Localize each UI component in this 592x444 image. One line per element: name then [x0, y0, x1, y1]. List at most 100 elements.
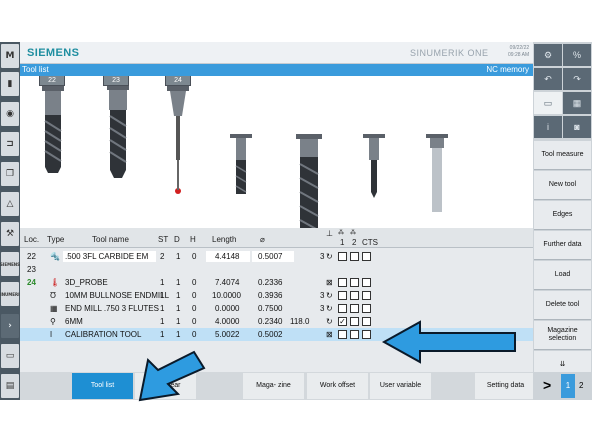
alarm-icon[interactable]: △ [1, 192, 19, 216]
user-variable-button[interactable]: User variable [370, 373, 431, 399]
program-icon[interactable]: ▮ [1, 72, 19, 96]
header-col2: 2 [352, 238, 357, 247]
row-tool-name: END MILL .750 3 FLUTES [65, 304, 159, 313]
checkbox[interactable] [362, 304, 371, 313]
table-row[interactable]: Ʊ 10MM BULLNOSE ENDMILL 1 1 0 10.0000 0.… [20, 289, 533, 302]
redo-icon[interactable]: ↷ [563, 68, 591, 90]
annotation-arrow-right [381, 320, 516, 364]
table-row[interactable]: 23 [20, 263, 533, 276]
checkbox[interactable] [362, 252, 371, 261]
checkbox[interactable] [338, 291, 347, 300]
load-button[interactable]: Load [534, 261, 591, 290]
next-page-icon[interactable]: > [543, 377, 551, 393]
table-row[interactable]: ▦ END MILL .750 3 FLUTES 1 1 0 0.0000 0.… [20, 302, 533, 315]
row-st: 2 [160, 252, 165, 261]
drill-illustration [363, 134, 385, 198]
calibration-type-icon: ǀ [50, 330, 53, 339]
expand-icon[interactable]: › [1, 314, 19, 338]
row-flutes: 3 [320, 291, 325, 300]
checkbox[interactable] [362, 278, 371, 287]
checked-checkbox[interactable]: ✓ [338, 317, 347, 326]
header-st[interactable]: ST [158, 235, 168, 244]
row-d: 1 [176, 304, 181, 313]
checkbox[interactable] [338, 304, 347, 313]
row-length: 10.0000 [212, 291, 241, 300]
bottom-softkey-bar: Tool list Tool wear Maga- zine Work offs… [20, 372, 536, 400]
parameter-icon[interactable]: ◉ [1, 102, 19, 126]
undo-icon[interactable]: ↶ [534, 68, 562, 90]
window-icon[interactable]: ▭ [1, 344, 19, 368]
checkbox[interactable] [338, 278, 347, 287]
program-manager-icon[interactable]: ⊐ [1, 132, 19, 156]
page-title: Tool list [22, 65, 49, 74]
magazine-selection-button[interactable]: Magazine selection [534, 321, 591, 350]
row-length: 0.0000 [215, 304, 240, 313]
checkbox[interactable] [350, 252, 359, 261]
further-data-button[interactable]: Further data [534, 231, 591, 260]
time-text: 09:28 AM [508, 52, 530, 58]
checkbox[interactable] [362, 317, 371, 326]
checkbox[interactable] [362, 330, 371, 339]
new-tool-button[interactable]: New tool [534, 171, 591, 200]
table-row[interactable]: 24 🌡 3D_PROBE 1 1 0 7.4074 0.2336 ⊠ [20, 276, 533, 289]
date-text: 09/22/22 [509, 45, 530, 51]
row-st: 1 [160, 304, 165, 313]
table-header: Loc. Type Tool name ST D H Length ⌀ ⊥ ⁂ … [20, 228, 533, 248]
checkbox[interactable] [362, 291, 371, 300]
page-1-tab[interactable]: 1 [561, 374, 575, 398]
checkbox[interactable] [350, 317, 359, 326]
header-cts: CTS [362, 238, 378, 247]
memory-label: NC memory [486, 65, 529, 74]
checkbox[interactable] [338, 252, 347, 261]
row-st: 1 [160, 330, 165, 339]
header-h[interactable]: H [190, 235, 196, 244]
window-icon[interactable]: ▭ [534, 92, 562, 114]
rotation-icon: ↻ [326, 317, 333, 326]
sinumerik-logo: SINUMERIK [0, 282, 23, 306]
rotation-icon: ↻ [326, 252, 333, 261]
checkbox[interactable] [350, 278, 359, 287]
checkbox[interactable] [338, 330, 347, 339]
tool-measure-button[interactable]: Tool measure [534, 141, 591, 170]
header-length[interactable]: Length [212, 235, 236, 244]
row-diameter: 0.5002 [258, 330, 283, 339]
bullnose-type-icon: Ʊ [50, 291, 56, 300]
end-mill-type-icon: 🔩 [50, 252, 60, 261]
title-bar: Tool list NC memory [20, 64, 533, 76]
checkbox[interactable] [350, 291, 359, 300]
probe-type-icon: 🌡 [50, 278, 61, 287]
camera-icon[interactable]: ◙ [563, 116, 591, 138]
edges-button[interactable]: Edges [534, 201, 591, 230]
info-icon[interactable]: i [534, 116, 562, 138]
row-h: 0 [192, 278, 197, 287]
files-icon[interactable]: ❐ [1, 162, 19, 186]
setting-data-button[interactable]: Setting data [475, 373, 536, 399]
checkbox[interactable] [350, 304, 359, 313]
magazine-button[interactable]: Maga- zine [243, 373, 304, 399]
calculator-icon[interactable]: ▦ [563, 92, 591, 114]
row-diameter: 0.5007 [258, 252, 283, 261]
menu-icon[interactable]: ▤ [1, 374, 19, 398]
endmill-illustration [42, 86, 64, 173]
header-type[interactable]: Type [47, 235, 64, 244]
disabled-icon: ⊠ [326, 278, 333, 287]
delete-tool-button[interactable]: Delete tool [534, 291, 591, 320]
checkbox[interactable] [350, 330, 359, 339]
header-diameter[interactable]: ⌀ [260, 235, 265, 244]
page-2-tab[interactable]: 2 [579, 381, 583, 390]
tools-icon[interactable]: ⚙ [534, 44, 562, 66]
offset-icon[interactable]: % [563, 44, 591, 66]
annotation-arrow-down-left [138, 350, 206, 402]
work-offset-button[interactable]: Work offset [307, 373, 368, 399]
machine-button[interactable]: M [1, 44, 19, 68]
header-tool-name[interactable]: Tool name [92, 235, 129, 244]
header-d[interactable]: D [174, 235, 180, 244]
rotation-icon: ↻ [326, 291, 333, 300]
table-row[interactable]: 22 🔩 .500 3FL CARBIDE EM 2 1 0 4.4148 0.… [20, 250, 533, 263]
bullnose-illustration [230, 134, 252, 194]
row-tool-name: 10MM BULLNOSE ENDMILL [65, 291, 170, 300]
row-h: 0 [192, 304, 197, 313]
header-loc[interactable]: Loc. [24, 235, 39, 244]
tool-list-button[interactable]: Tool list [72, 373, 133, 399]
tool-icon[interactable]: ⚒ [1, 222, 19, 246]
